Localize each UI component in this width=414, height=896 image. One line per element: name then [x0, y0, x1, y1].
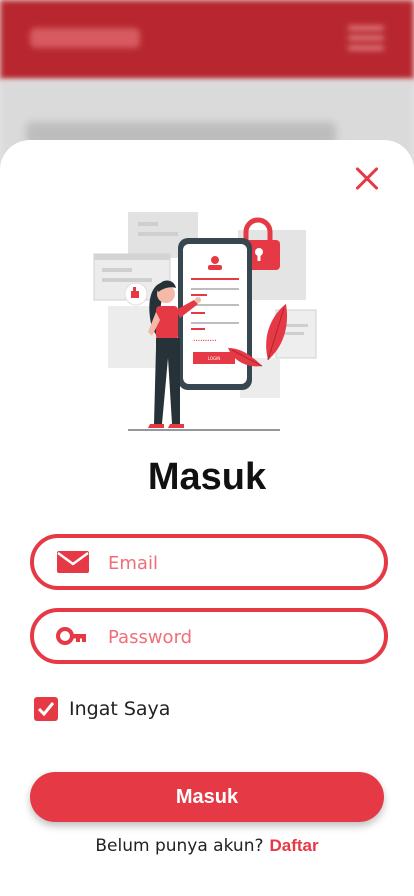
- check-icon: [37, 702, 55, 717]
- remember-me-label: Ingat Saya: [69, 698, 171, 720]
- mail-icon: [57, 551, 89, 573]
- page-title: Masuk: [147, 456, 267, 498]
- password-input[interactable]: [106, 612, 370, 662]
- illustration-login-label: LOGIN: [208, 356, 221, 361]
- background-menu-icon: [348, 26, 384, 52]
- remember-me-checkbox[interactable]: Ingat Saya: [34, 696, 170, 722]
- background-logo: [30, 28, 140, 48]
- checkbox[interactable]: [34, 697, 58, 721]
- svg-text:••••••••••: ••••••••••: [193, 338, 217, 343]
- email-field[interactable]: [30, 534, 388, 590]
- close-icon[interactable]: [354, 166, 380, 192]
- login-button[interactable]: Masuk: [30, 772, 384, 822]
- login-illustration: •••••••••• LOGIN: [93, 212, 317, 431]
- background-header: [0, 0, 414, 80]
- key-icon: [56, 627, 86, 645]
- signup-link[interactable]: Daftar: [270, 836, 319, 855]
- signup-prompt: Belum punya akun? Daftar: [0, 836, 414, 856]
- signup-prompt-text: Belum punya akun?: [95, 836, 264, 856]
- email-input[interactable]: [106, 538, 370, 588]
- password-field[interactable]: [30, 608, 388, 664]
- login-modal: •••••••••• LOGIN Masuk Email Ingat Saya …: [0, 140, 414, 896]
